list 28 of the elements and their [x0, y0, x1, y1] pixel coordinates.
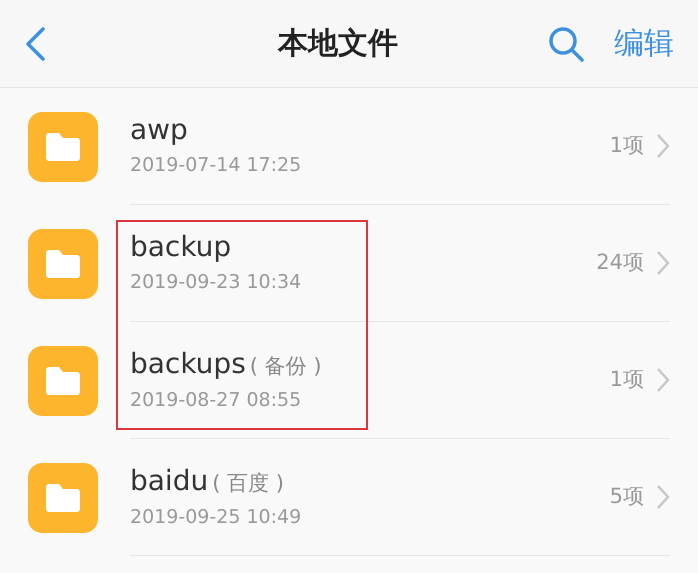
- folder-note: ( 备份 ): [250, 352, 322, 380]
- folder-row[interactable]: backups( 备份 ) 2019-08-27 08:55 1项: [0, 322, 698, 439]
- folder-date: 2019-07-14 17:25: [130, 153, 302, 178]
- item-count: 5项: [610, 483, 644, 510]
- chevron-icon: [656, 367, 670, 393]
- folder-name: awp: [130, 112, 188, 148]
- item-count: 1项: [610, 366, 644, 394]
- folder-row[interactable]: awp 2019-07-14 17:25 1项: [0, 88, 698, 205]
- folder-date: 2019-09-23 10:34: [130, 270, 302, 296]
- folder-icon: [28, 228, 98, 298]
- folder-icon: [28, 346, 98, 416]
- back-icon[interactable]: [24, 26, 46, 62]
- chevron-icon: [656, 250, 670, 276]
- folder-row[interactable]: backup 2019-09-23 10:34 24项: [0, 205, 698, 322]
- chevron-icon: [656, 133, 670, 159]
- folder-name: baidu: [130, 462, 208, 498]
- chevron-icon: [656, 484, 670, 510]
- folder-note: ( 百度 ): [212, 470, 284, 496]
- folder-name: backups: [130, 346, 246, 380]
- folder-icon: [28, 462, 98, 532]
- folder-icon: [28, 112, 98, 182]
- page-title: 本地文件: [276, 25, 399, 63]
- item-count: 24项: [596, 249, 644, 276]
- folder-name: backup: [130, 229, 232, 264]
- folder-date: 2019-09-25 10:49: [130, 505, 302, 530]
- folder-date: 2019-08-27 08:55: [130, 388, 302, 413]
- item-count: 1项: [610, 132, 644, 160]
- folder-row[interactable]: baidu( 百度 ) 2019-09-25 10:49 5项: [0, 439, 698, 556]
